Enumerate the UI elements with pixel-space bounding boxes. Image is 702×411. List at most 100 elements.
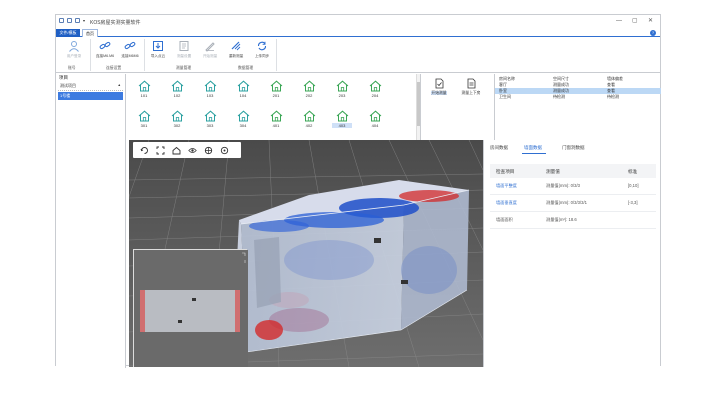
- room-label: 304: [239, 123, 247, 128]
- house-icon: [270, 80, 282, 92]
- room-tile[interactable]: 403: [332, 110, 352, 128]
- house-icon: [336, 80, 348, 92]
- home-view-icon[interactable]: [169, 144, 183, 156]
- house-icon: [204, 80, 216, 92]
- room-label: 404: [371, 123, 379, 128]
- tab-room-data[interactable]: 房间数据: [490, 145, 508, 151]
- upload-sync-button[interactable]: 上传同步: [250, 40, 274, 59]
- login-button-label: 用户登录: [66, 54, 82, 58]
- ribbon: 用户登录 连接M6.M6 连接M6M6 导入点云 测量设置 开始测量 重新测量: [56, 37, 660, 73]
- crosshair-icon[interactable]: [217, 144, 231, 156]
- measure-list-row[interactable]: 卫生间 待检测 待检测: [495, 94, 661, 100]
- collapse-icon[interactable]: ▲: [118, 83, 121, 87]
- wall-minimap[interactable]: [133, 249, 248, 367]
- house-icon: [237, 110, 249, 122]
- room-label: 301: [140, 123, 148, 128]
- connect-m6-button[interactable]: 连接M6.M6: [92, 40, 118, 59]
- minimize-button[interactable]: —: [616, 18, 622, 24]
- house-icon: [138, 80, 150, 92]
- app-logo-icon: [59, 18, 64, 23]
- house-icon: [270, 110, 282, 122]
- room-tile[interactable]: 102: [167, 80, 187, 98]
- link-icon: [99, 41, 111, 50]
- maximize-button[interactable]: ▢: [632, 18, 638, 24]
- house-icon: [369, 80, 381, 92]
- tab-file[interactable]: 文件/模板: [56, 29, 80, 37]
- room-tile[interactable]: 302: [167, 110, 187, 128]
- measure-floors-tool[interactable]: 测量上下房: [457, 78, 485, 96]
- tree-item-building[interactable]: 1号楼: [58, 92, 123, 100]
- table-row: 墙面平整度 测量值(mm): 0/3/3 [0,10]: [490, 178, 656, 195]
- room-tile[interactable]: 404: [365, 110, 385, 128]
- tab-home[interactable]: 首页: [82, 29, 98, 37]
- rotate-icon[interactable]: [137, 144, 151, 156]
- remeasure-icon: [231, 41, 241, 51]
- inspection-item[interactable]: 墙面平整度: [496, 183, 517, 189]
- tab-opening-data[interactable]: 门窗洞数据: [562, 145, 585, 151]
- house-icon: [171, 110, 183, 122]
- quick-access-toolbar: ▾: [59, 18, 88, 23]
- measure-doc-icon: [435, 78, 443, 89]
- import-icon: [153, 41, 163, 51]
- room-tile[interactable]: 101: [134, 80, 154, 98]
- measure-settings-button[interactable]: 测量设置: [172, 40, 196, 59]
- import-pointcloud-button[interactable]: 导入点云: [146, 40, 170, 59]
- tree-item-project[interactable]: 测试项目 ▲: [58, 82, 123, 91]
- target-icon[interactable]: [201, 144, 215, 156]
- table-header: 检查项目 测量值 标准: [490, 164, 656, 178]
- house-icon: [303, 110, 315, 122]
- remeasure-label: 重新测量: [228, 54, 244, 58]
- connect-m6-label: 连接M6.M6: [95, 54, 115, 58]
- room-label: 101: [140, 93, 148, 98]
- table-row: 墙面面积 测量值(m²): 18.6: [490, 212, 656, 229]
- house-icon: [204, 110, 216, 122]
- tree-header: 项目: [59, 75, 68, 80]
- login-button[interactable]: 用户登录: [62, 40, 86, 59]
- house-icon: [237, 80, 249, 92]
- start-measure-tool[interactable]: 开始测量: [425, 78, 453, 96]
- connect-m6-alt-button[interactable]: 连接M6M6: [118, 40, 142, 59]
- room-tile[interactable]: 201: [266, 80, 286, 98]
- room-tile[interactable]: 401: [266, 110, 286, 128]
- dropdown-icon[interactable]: ▾: [83, 18, 88, 23]
- save-icon[interactable]: [67, 18, 72, 23]
- undo-icon[interactable]: [75, 18, 80, 23]
- room-tile[interactable]: 203: [332, 80, 352, 98]
- inspection-item[interactable]: 墙面垂直度: [496, 200, 517, 206]
- col-header-standard: 标准: [628, 169, 638, 174]
- room-tile[interactable]: 301: [134, 110, 154, 128]
- room-tile[interactable]: 104: [233, 80, 253, 98]
- start-measure-tool-label: 开始测量: [431, 91, 447, 95]
- room-label: 402: [305, 123, 313, 128]
- eye-icon[interactable]: [185, 144, 199, 156]
- room-tile[interactable]: 202: [299, 80, 319, 98]
- app-window: ▾ KOS房屋实测实量软件 — ▢ ✕ 文件/模板 首页 ? 用户登录 连接M6…: [55, 14, 661, 368]
- room-label: 201: [272, 93, 280, 98]
- room-label: 401: [272, 123, 280, 128]
- sync-icon: [257, 41, 267, 51]
- room-tile[interactable]: 402: [299, 110, 319, 128]
- room-label: 202: [305, 93, 313, 98]
- house-icon: [369, 110, 381, 122]
- room-tile[interactable]: 304: [233, 110, 253, 128]
- room-tile[interactable]: 103: [200, 80, 220, 98]
- table-row: 墙面垂直度 测量值(mm): 0/3/3/3/1 [-3,3]: [490, 195, 656, 212]
- help-icon[interactable]: ?: [650, 30, 656, 36]
- fit-icon[interactable]: [153, 144, 167, 156]
- start-measure-button[interactable]: 开始测量: [198, 40, 222, 59]
- tab-wall-data[interactable]: 墙面数据: [524, 145, 542, 151]
- room-tile[interactable]: 303: [200, 110, 220, 128]
- measure-settings-label: 测量设置: [176, 54, 192, 58]
- room-tile[interactable]: 204: [365, 80, 385, 98]
- remeasure-button[interactable]: 重新测量: [224, 40, 248, 59]
- link-icon: [124, 41, 136, 50]
- inspection-standard: [-3,3]: [628, 200, 638, 205]
- room-label: 102: [173, 93, 181, 98]
- start-measure-label: 开始测量: [202, 54, 218, 58]
- connect-m6-alt-label: 连接M6M6: [121, 54, 139, 58]
- close-button[interactable]: ✕: [648, 18, 653, 24]
- group-label-account: 账号: [68, 66, 76, 70]
- 3d-viewport[interactable]: [129, 140, 483, 367]
- group-label-data: 数据管理: [238, 66, 254, 70]
- measure-floors-icon: [467, 78, 475, 89]
